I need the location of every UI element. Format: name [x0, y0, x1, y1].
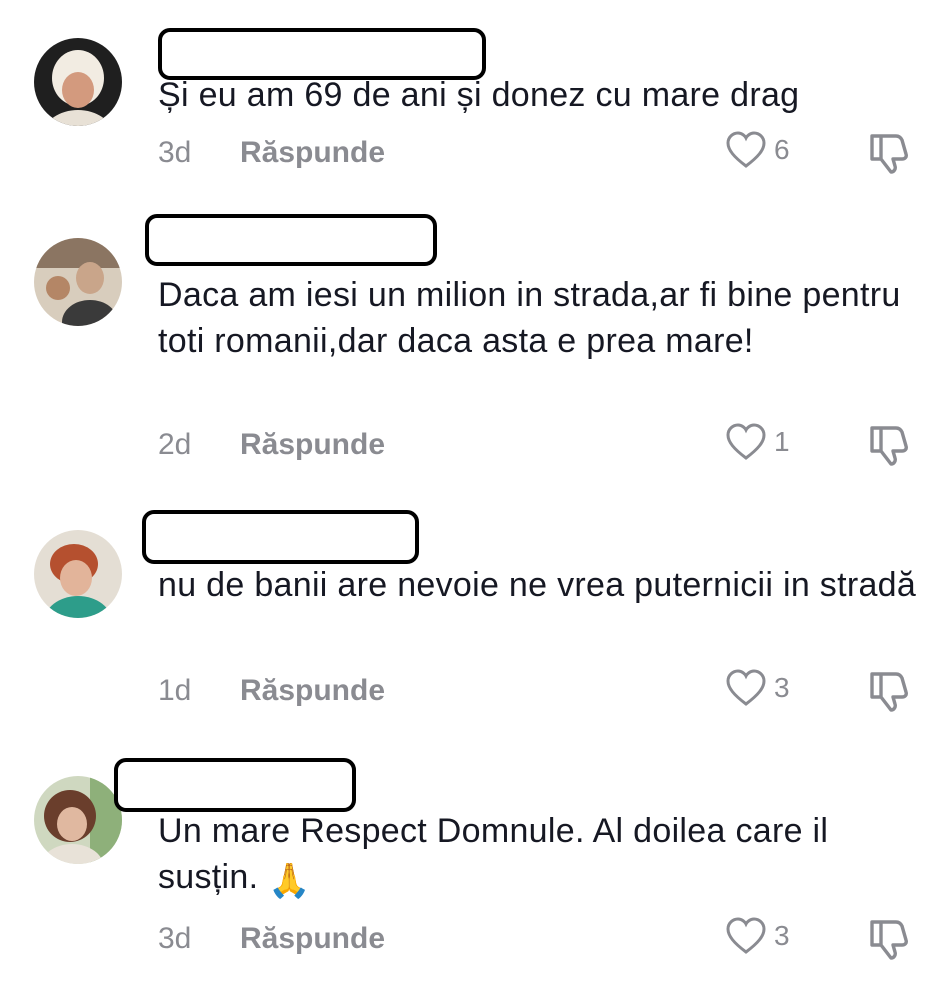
reply-button[interactable]: Răspunde	[240, 922, 385, 956]
reply-button[interactable]: Răspunde	[240, 674, 385, 708]
comment-time: 3d	[158, 922, 192, 955]
thumbs-down-icon[interactable]	[866, 128, 912, 174]
username-redacted	[114, 758, 356, 812]
avatar[interactable]	[34, 38, 122, 126]
avatar[interactable]	[34, 776, 122, 864]
username-redacted	[142, 510, 419, 564]
like-count: 1	[774, 426, 790, 457]
avatar[interactable]	[34, 530, 122, 618]
heart-outline-icon	[726, 917, 766, 954]
comment-item: nu de banii are nevoie ne vrea puternici…	[0, 500, 945, 750]
username-redacted	[145, 214, 437, 266]
like-count: 3	[774, 672, 790, 703]
comment-item: Un mare Respect Domnule. Al doilea care …	[0, 750, 945, 998]
like-count: 3	[774, 920, 790, 951]
comment-meta: 2d Răspunde 1	[158, 423, 918, 468]
heart-outline-icon	[726, 669, 766, 706]
thumbs-down-icon[interactable]	[866, 666, 912, 712]
heart-outline-icon	[726, 131, 766, 168]
like-button[interactable]: 3	[724, 916, 790, 956]
like-button[interactable]: 1	[724, 422, 790, 462]
comment-meta: 3d Răspunde 6	[158, 131, 918, 176]
praying-hands-emoji: 🙏	[268, 862, 311, 900]
comment-meta: 3d Răspunde 3	[158, 917, 918, 962]
comment-text: Un mare Respect Domnule. Al doilea care …	[158, 808, 918, 904]
thumbs-down-icon[interactable]	[866, 914, 912, 960]
like-button[interactable]: 6	[724, 130, 790, 170]
comment-item: Și eu am 69 de ani și donez cu mare drag…	[0, 0, 945, 200]
comment-text: Și eu am 69 de ani și donez cu mare drag	[158, 76, 800, 114]
comment-time: 1d	[158, 674, 192, 707]
like-count: 6	[774, 134, 790, 165]
comment-text-body: Un mare Respect Domnule. Al doilea care …	[158, 812, 829, 896]
heart-outline-icon	[726, 423, 766, 460]
thumbs-down-icon[interactable]	[866, 420, 912, 466]
comment-time: 3d	[158, 136, 192, 169]
reply-button[interactable]: Răspunde	[240, 428, 385, 462]
avatar[interactable]	[34, 238, 122, 326]
comment-meta: 1d Răspunde 3	[158, 669, 918, 714]
comment-item: Daca am iesi un milion in strada,ar fi b…	[0, 200, 945, 500]
comment-text: Daca am iesi un milion in strada,ar fi b…	[158, 276, 901, 360]
reply-button[interactable]: Răspunde	[240, 136, 385, 170]
comment-text: nu de banii are nevoie ne vrea puternici…	[158, 566, 917, 604]
comment-time: 2d	[158, 428, 192, 461]
like-button[interactable]: 3	[724, 668, 790, 708]
